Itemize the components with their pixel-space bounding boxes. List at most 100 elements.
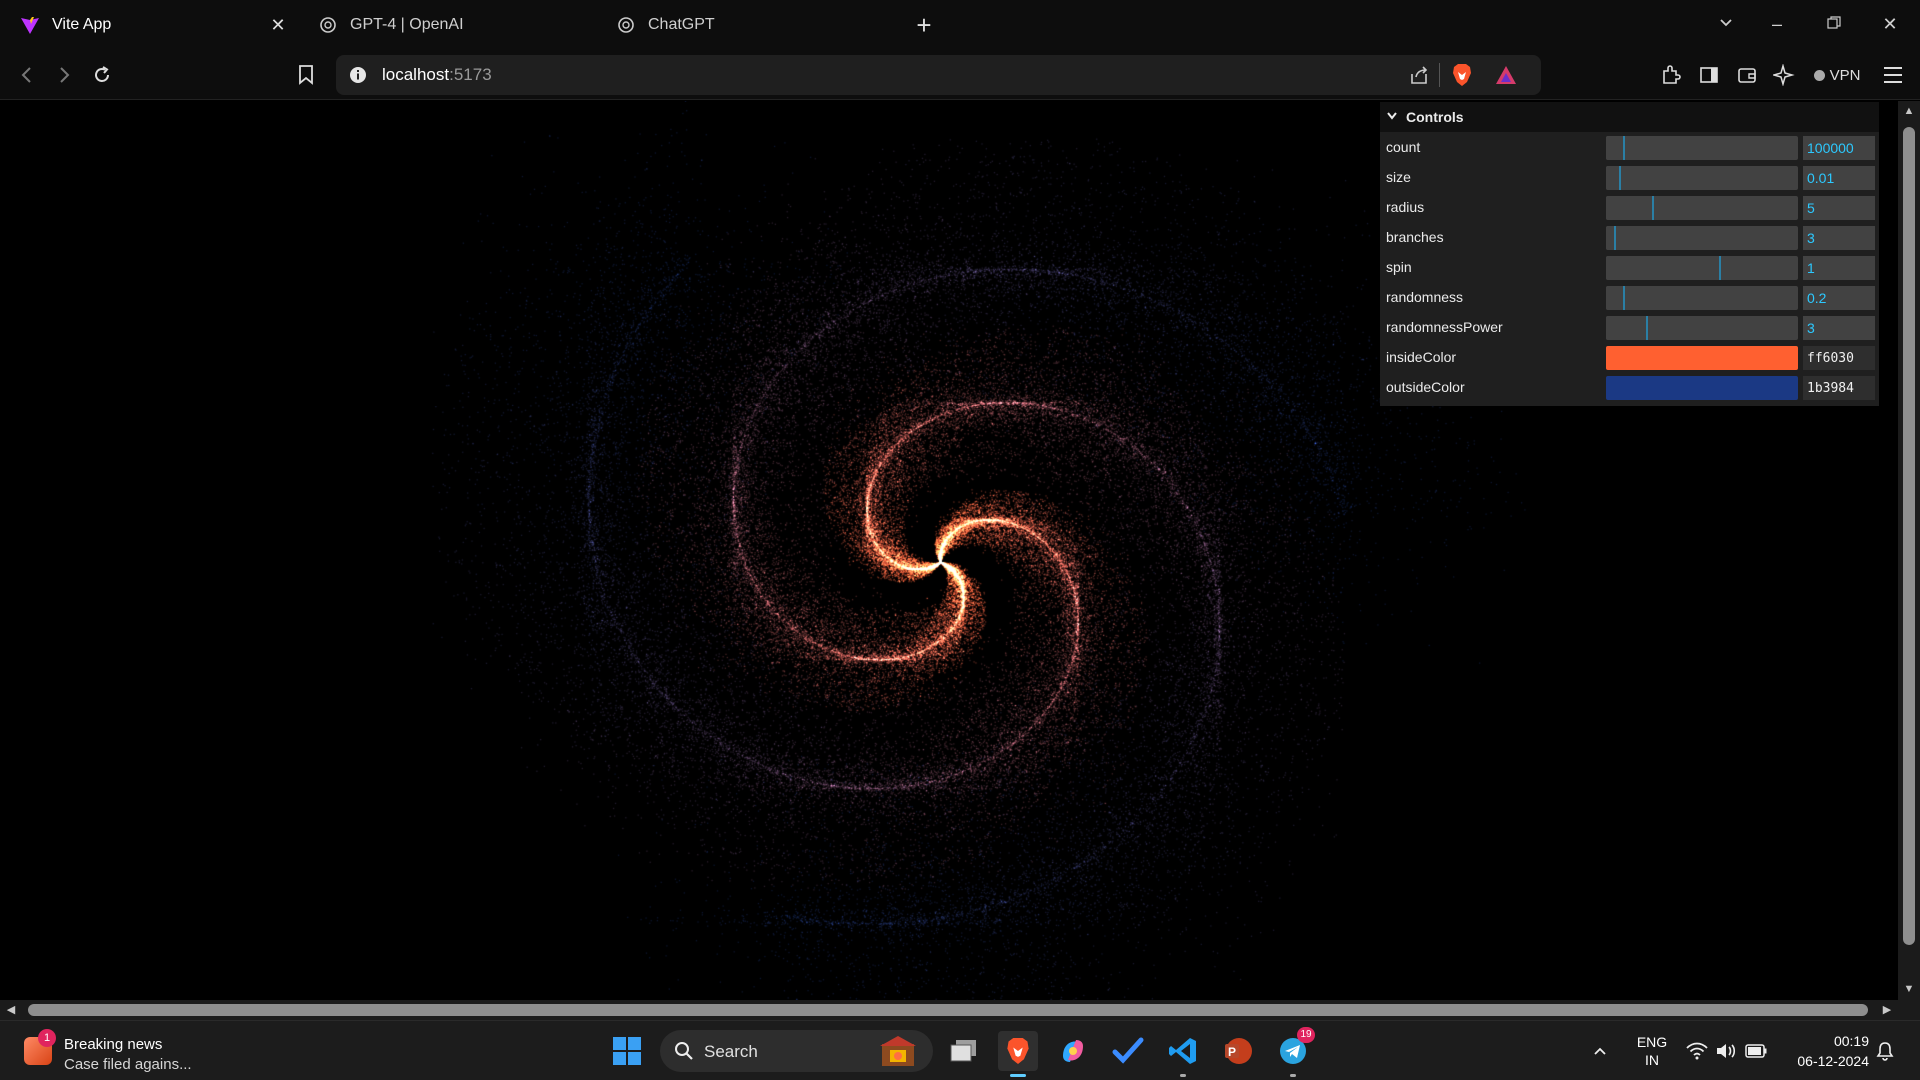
radius-number-input[interactable]: 5 [1803, 196, 1875, 220]
news-title: Breaking news [64, 1036, 163, 1053]
bookmark-icon[interactable] [293, 62, 319, 88]
share-icon[interactable] [1408, 64, 1430, 91]
control-row-count: count 100000 [1380, 132, 1879, 162]
vpn-label: VPN [1829, 66, 1861, 84]
tab-chatgpt[interactable]: ChatGPT [616, 6, 715, 44]
telegram-icon[interactable]: 19 [1273, 1027, 1315, 1077]
slider-fill [1606, 286, 1626, 310]
scroll-down-arrow-icon[interactable]: ▼ [1898, 983, 1920, 995]
close-tab-icon[interactable]: ✕ [268, 15, 288, 35]
news-widget[interactable]: 1 Breaking news Case filed agains... [24, 1029, 244, 1073]
tab-vite-app[interactable]: Vite App [20, 6, 111, 44]
size-slider[interactable] [1606, 166, 1798, 190]
controls-panel: Controls count 100000 size 0.01 radius 5 branc… [1380, 102, 1879, 406]
vite-logo-icon [20, 15, 40, 35]
vscode-icon[interactable] [1163, 1031, 1203, 1077]
menu-hamburger-icon[interactable] [1880, 62, 1906, 88]
windows-taskbar: 1 Breaking news Case filed agains... Sea… [0, 1020, 1920, 1080]
spin-number-input[interactable]: 1 [1803, 256, 1875, 280]
control-row-outsideColor: outsideColor 1b3984 [1380, 372, 1879, 402]
forward-arrow-icon[interactable] [51, 62, 77, 88]
language-indicator[interactable]: ENG IN [1634, 1021, 1670, 1080]
control-row-radius: radius 5 [1380, 192, 1879, 222]
new-tab-button[interactable]: + [912, 11, 936, 39]
lang-bottom: IN [1645, 1052, 1659, 1068]
branches-number-input[interactable]: 3 [1803, 226, 1875, 250]
telegram-badge: 19 [1297, 1027, 1315, 1043]
randomness-number-input[interactable]: 0.2 [1803, 286, 1875, 310]
scrollbar-corner [1898, 1000, 1920, 1020]
wallet-icon[interactable] [1734, 62, 1760, 88]
wifi-icon[interactable] [1686, 1021, 1708, 1080]
randomness-slider[interactable] [1606, 286, 1798, 310]
show-hidden-icons-chevron-icon[interactable] [1592, 1021, 1608, 1080]
outsideColor-hex-input[interactable]: 1b3984 [1803, 376, 1875, 400]
tab-title: GPT-4 | OpenAI [350, 16, 464, 33]
minimize-icon[interactable]: – [1765, 12, 1789, 36]
back-arrow-icon[interactable] [14, 62, 40, 88]
search-placeholder: Search [704, 1042, 758, 1061]
vertical-scrollbar[interactable]: ▲ ▼ [1898, 101, 1920, 1000]
address-bar[interactable]: localhost:5173 [336, 55, 1541, 95]
control-label: spin [1386, 259, 1412, 275]
copilot-icon[interactable] [1053, 1031, 1093, 1071]
volume-icon[interactable] [1715, 1021, 1737, 1080]
size-number-input[interactable]: 0.01 [1803, 166, 1875, 190]
extensions-icon[interactable] [1658, 62, 1684, 88]
chevron-down-icon [1386, 110, 1400, 125]
horizontal-scroll-thumb[interactable] [28, 1004, 1868, 1016]
lang-top: ENG [1636, 1034, 1668, 1050]
windows-start-icon[interactable] [607, 1031, 647, 1071]
tab-search-chevron-icon[interactable] [1714, 12, 1738, 36]
control-row-insideColor: insideColor ff6030 [1380, 342, 1879, 372]
task-view-icon[interactable] [944, 1031, 984, 1071]
scroll-left-arrow-icon[interactable]: ◀ [0, 1003, 22, 1016]
brave-shields-icon[interactable] [1451, 63, 1473, 92]
brave-rewards-icon[interactable] [1494, 64, 1518, 91]
control-row-spin: spin 1 [1380, 252, 1879, 282]
count-slider[interactable] [1606, 136, 1798, 160]
reload-icon[interactable] [89, 62, 115, 88]
restore-icon[interactable] [1822, 12, 1846, 36]
search-icon [674, 1041, 694, 1066]
leo-ai-icon[interactable] [1771, 62, 1797, 88]
count-number-input[interactable]: 100000 [1803, 136, 1875, 160]
vertical-scroll-thumb[interactable] [1903, 127, 1915, 945]
browser-toolbar: localhost:5173 VPN [0, 50, 1920, 100]
taskbar-search-input[interactable]: Search [660, 1030, 933, 1072]
controls-rows: count 100000 size 0.01 radius 5 branches 3 spin 1… [1380, 132, 1879, 402]
sidebar-toggle-icon[interactable] [1696, 62, 1722, 88]
todo-check-icon[interactable] [1108, 1031, 1148, 1071]
battery-icon[interactable] [1745, 1021, 1767, 1080]
randomnessPower-slider[interactable] [1606, 316, 1798, 340]
branches-slider[interactable] [1606, 226, 1798, 250]
insideColor-color-swatch[interactable] [1606, 346, 1798, 370]
scroll-right-arrow-icon[interactable]: ▶ [1876, 1003, 1898, 1016]
radius-slider[interactable] [1606, 196, 1798, 220]
notification-bell-icon[interactable] [1876, 1021, 1894, 1080]
url-port: :5173 [449, 65, 492, 84]
outsideColor-color-swatch[interactable] [1606, 376, 1798, 400]
active-indicator [1010, 1074, 1026, 1077]
scroll-up-arrow-icon[interactable]: ▲ [1898, 105, 1920, 117]
taskbar-brave-icon[interactable] [998, 1031, 1038, 1077]
control-row-randomness: randomness 0.2 [1380, 282, 1879, 312]
svg-text:P: P [1228, 1045, 1236, 1059]
running-indicator [1290, 1074, 1296, 1077]
spin-slider[interactable] [1606, 256, 1798, 280]
control-label: randomnessPower [1386, 319, 1503, 335]
insideColor-hex-input[interactable]: ff6030 [1803, 346, 1875, 370]
controls-title-bar[interactable]: Controls [1380, 102, 1879, 132]
system-clock[interactable]: 00:19 06-12-2024 [1785, 1031, 1869, 1071]
tab-gpt4-openai[interactable]: GPT-4 | OpenAI [318, 6, 464, 44]
control-label: size [1386, 169, 1411, 185]
horizontal-scrollbar[interactable]: ◀ ▶ [0, 1000, 1898, 1020]
site-info-icon[interactable] [348, 65, 368, 90]
close-window-icon[interactable]: ✕ [1878, 12, 1902, 36]
slider-fill [1606, 226, 1616, 250]
vpn-button[interactable]: VPN [1812, 62, 1862, 88]
powerpoint-icon[interactable]: P [1218, 1031, 1258, 1071]
slider-fill [1606, 256, 1722, 280]
randomnessPower-number-input[interactable]: 3 [1803, 316, 1875, 340]
controls-title: Controls [1406, 109, 1464, 125]
